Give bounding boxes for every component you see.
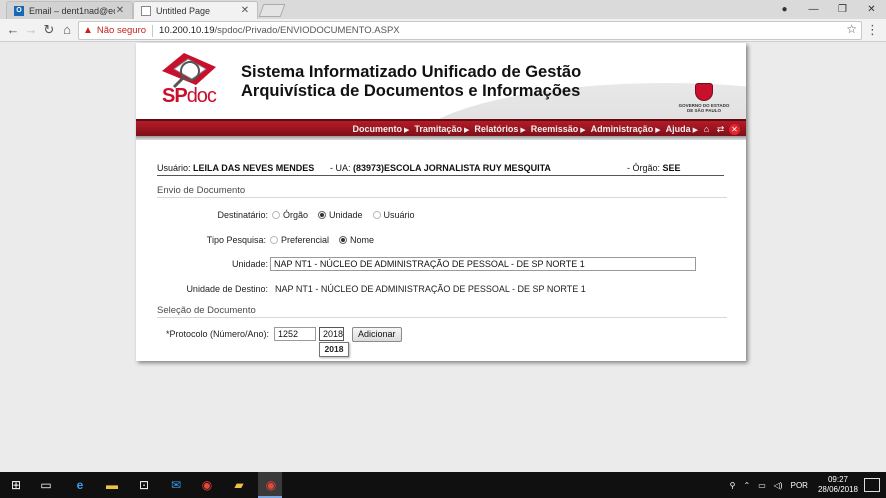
tipo-pesquisa-radio-group: Preferencial Nome xyxy=(270,235,384,245)
minimize-icon[interactable]: — xyxy=(799,4,828,15)
mail-icon[interactable]: ✉ xyxy=(167,476,185,494)
system-title: Sistema Informatizado Unificado de Gestã… xyxy=(241,63,581,101)
warning-icon: ▲ xyxy=(83,25,93,36)
page-icon xyxy=(141,5,151,16)
tray-up-icon[interactable]: ⌃ xyxy=(744,481,751,490)
system-title-line1: Sistema Informatizado Unificado de Gestã… xyxy=(241,63,582,81)
menu-documento[interactable]: Documento ▶ xyxy=(353,124,410,134)
chrome-active-icon[interactable]: ◉ xyxy=(262,476,280,494)
language-indicator[interactable]: POR xyxy=(791,481,808,490)
people-icon[interactable]: ⚲ xyxy=(730,481,736,490)
logout-close-icon[interactable]: ✕ xyxy=(729,123,740,135)
crest-icon xyxy=(695,83,713,101)
windows-taskbar: ⊞ ▭ e ▬ ⊡ ✉ ◉ ▰ ◉ ⚲ ⌃ ▭ ◁) POR 09:27 28/… xyxy=(0,472,886,498)
url-path: /spdoc/Privado/ENVIODOCUMENTO.ASPX xyxy=(214,25,400,36)
radio-usuario-label[interactable]: Usuário xyxy=(384,210,415,220)
system-tray: ⚲ ⌃ ▭ ◁) POR 09:27 28/06/2018 xyxy=(726,472,886,498)
file-explorer-icon[interactable]: ▬ xyxy=(103,476,121,494)
tab-untitled-title: Untitled Page xyxy=(156,5,211,16)
store-icon[interactable]: ⊡ xyxy=(135,476,153,494)
tab-email-title: Email – dent1nad@educ xyxy=(29,5,115,16)
network-icon[interactable]: ▭ xyxy=(758,481,766,490)
section-selecao-documento: Seleção de Documento xyxy=(157,305,727,318)
unidade-destino-label: Unidade de Destino: xyxy=(186,284,268,294)
close-tab-icon[interactable]: ✕ xyxy=(115,5,125,16)
clock-date: 28/06/2018 xyxy=(817,485,858,494)
radio-nome[interactable] xyxy=(339,236,348,244)
bookmark-star-icon[interactable]: ☆ xyxy=(846,22,857,36)
menu-reemissao[interactable]: Reemissão ▶ xyxy=(531,124,586,134)
ua-info: - UA: (83973)ESCOLA JORNALISTA RUY MESQU… xyxy=(330,163,551,173)
menu-kebab-icon[interactable]: ⋮ xyxy=(866,22,879,38)
government-seal: GOVERNO DO ESTADO DE SÃO PAULO xyxy=(678,83,730,113)
spdoc-page: SPdoc Sistema Informatizado Unificado de… xyxy=(136,43,746,361)
unidade-destino-value: NAP NT1 - NÚCLEO DE ADMINISTRAÇÃO DE PES… xyxy=(275,284,586,294)
task-view-icon[interactable]: ▭ xyxy=(37,476,55,494)
restore-icon[interactable]: ❐ xyxy=(828,4,857,15)
home-icon[interactable]: ⌂ xyxy=(58,22,76,38)
system-title-line2: Arquivística de Documentos e Informações xyxy=(241,82,581,100)
adicionar-button[interactable]: Adicionar xyxy=(352,327,402,342)
address-bar[interactable]: ▲ Não seguro 10.200.10.19/spdoc/Privado/… xyxy=(78,21,862,40)
menu-relatorios[interactable]: Relatórios ▶ xyxy=(474,124,525,134)
home-icon[interactable]: ⌂ xyxy=(701,124,712,135)
url-host: 10.200.10.19 xyxy=(159,25,215,36)
windows-start-icon[interactable]: ⊞ xyxy=(7,476,25,494)
tab-email[interactable]: O Email – dent1nad@educ ✕ xyxy=(6,1,133,19)
tab-strip: O Email – dent1nad@educ ✕ Untitled Page … xyxy=(0,0,886,19)
back-icon[interactable]: ← xyxy=(4,22,22,38)
radio-preferencial[interactable] xyxy=(270,236,278,244)
profile-icon[interactable]: ● xyxy=(770,4,799,15)
gov-line2: DE SÃO PAULO xyxy=(687,108,721,113)
radio-unidade-label[interactable]: Unidade xyxy=(329,210,363,220)
menu-tramitacao[interactable]: Tramitação ▶ xyxy=(414,124,469,134)
user-info-line: Usuário: LEILA DAS NEVES MENDES - UA: (8… xyxy=(157,163,724,176)
forward-icon[interactable]: → xyxy=(22,22,40,38)
protocolo-label: *Protocolo (Número/Ano): xyxy=(165,329,269,339)
tipo-pesquisa-label: Tipo Pesquisa: xyxy=(206,235,266,245)
radio-usuario[interactable] xyxy=(372,211,381,219)
reload-icon[interactable]: ↻ xyxy=(40,22,58,38)
close-tab-icon[interactable]: ✕ xyxy=(240,5,250,16)
clock-time: 09:27 xyxy=(827,475,848,484)
header-banner: SPdoc Sistema Informatizado Unificado de… xyxy=(136,43,746,119)
menu-shadow xyxy=(136,136,746,140)
destinatario-label: Destinatário: xyxy=(217,210,268,220)
radio-orgao-label[interactable]: Órgão xyxy=(283,210,308,220)
close-window-icon[interactable]: ✕ xyxy=(857,4,886,15)
radio-orgao[interactable] xyxy=(272,211,280,219)
radio-preferencial-label[interactable]: Preferencial xyxy=(281,235,329,245)
outlook-icon: O xyxy=(14,5,24,16)
unidade-input[interactable]: NAP NT1 - NÚCLEO DE ADMINISTRAÇÃO DE PES… xyxy=(270,257,696,271)
browser-toolbar: ← → ↻ ⌂ ▲ Não seguro 10.200.10.19/spdoc/… xyxy=(0,19,886,42)
destinatario-radio-group: Órgão Unidade Usuário xyxy=(272,210,425,220)
divider xyxy=(152,24,154,37)
radio-unidade[interactable] xyxy=(318,211,327,219)
section-envio-documento: Envio de Documento xyxy=(157,185,727,198)
spdoc-logo-text: SPdoc xyxy=(162,85,217,107)
window-controls: ● — ❐ ✕ xyxy=(770,0,886,19)
tab-untitled-page[interactable]: Untitled Page ✕ xyxy=(133,1,258,19)
volume-icon[interactable]: ◁) xyxy=(774,481,783,490)
chrome-icon[interactable]: ◉ xyxy=(198,476,216,494)
orgao-info: - Órgão: SEE xyxy=(627,163,681,173)
radio-nome-label[interactable]: Nome xyxy=(350,235,374,245)
security-label[interactable]: Não seguro xyxy=(97,25,146,36)
autocomplete-suggestion[interactable]: 2018 xyxy=(319,342,349,357)
user-info: Usuário: LEILA DAS NEVES MENDES xyxy=(157,163,315,173)
switch-icon[interactable]: ⇄ xyxy=(715,124,726,135)
new-tab-button[interactable] xyxy=(258,4,286,17)
folder-icon[interactable]: ▰ xyxy=(230,476,248,494)
clock[interactable]: 09:27 28/06/2018 xyxy=(818,475,858,495)
menu-ajuda[interactable]: Ajuda ▶ xyxy=(666,124,698,134)
main-menu: Documento ▶ Tramitação ▶ Relatórios ▶ Reemi… xyxy=(136,119,746,136)
menu-administracao[interactable]: Administração ▶ xyxy=(591,124,661,134)
protocolo-ano-input[interactable]: 2018 xyxy=(319,327,344,341)
unidade-label: Unidade: xyxy=(231,259,268,269)
notifications-icon[interactable] xyxy=(864,478,880,492)
protocolo-numero-input[interactable]: 1252 xyxy=(274,327,316,341)
edge-icon[interactable]: e xyxy=(71,476,89,494)
